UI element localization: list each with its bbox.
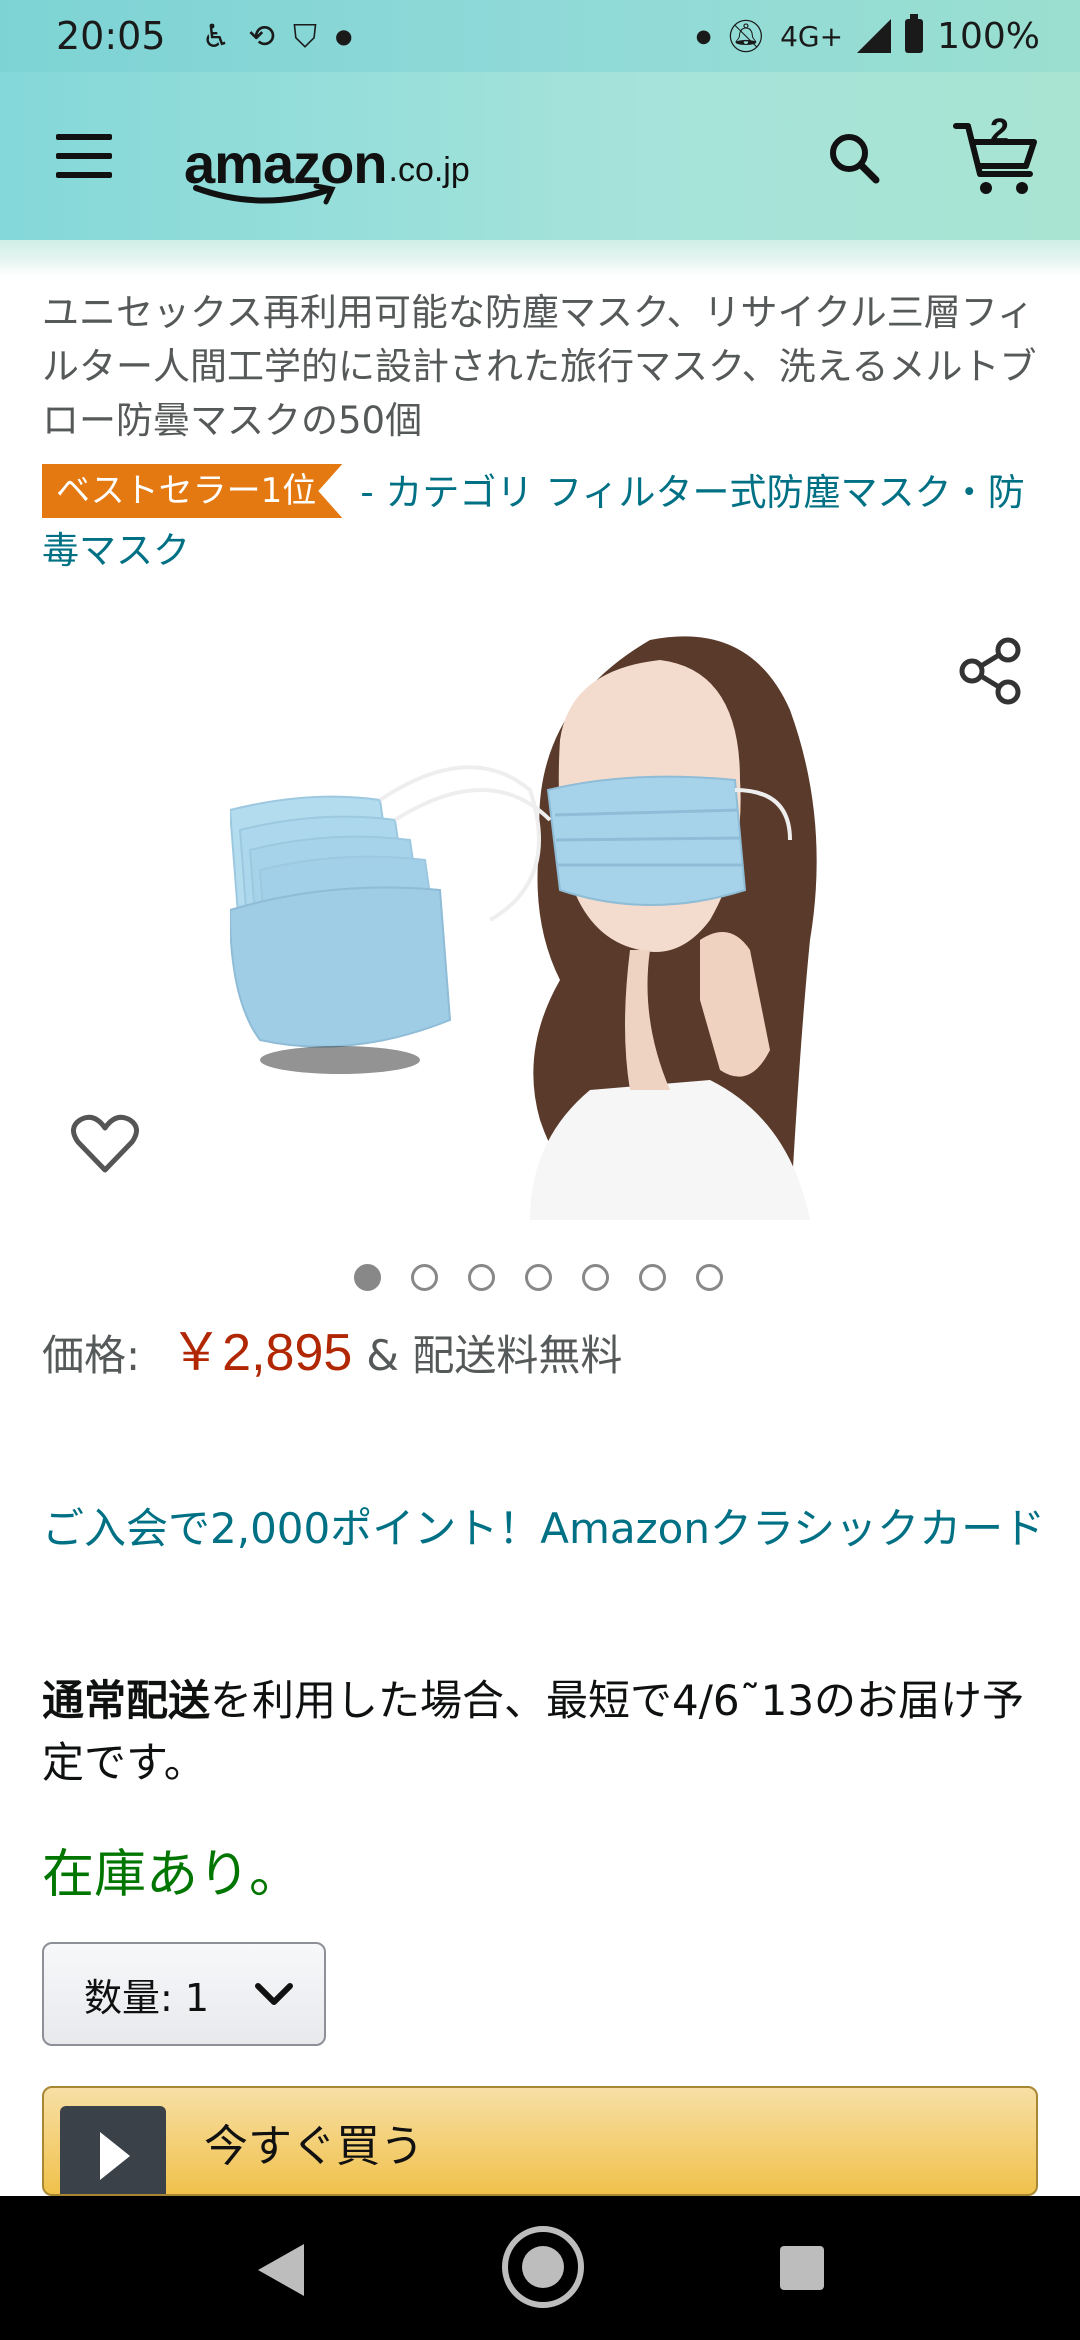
product-title: ユニセックス再利用可能な防塵マスク、リサイクル三層フィルター人間工学的に設計され…	[42, 291, 1037, 442]
quantity-select[interactable]: 数量: 1	[42, 1942, 326, 2046]
quantity-label: 数量: 1	[84, 1975, 210, 2020]
delivery-info: 通常配送を利用した場合、最短で4/6˜13のお届け予定です。	[42, 1670, 1052, 1794]
battery-level: 100%	[937, 15, 1040, 57]
sync-icon: ⟲	[248, 17, 276, 55]
home-icon[interactable]	[502, 2226, 584, 2308]
shield-check-icon: ⛉	[293, 16, 318, 55]
pagination-dot[interactable]	[468, 1264, 495, 1291]
play-icon	[60, 2106, 166, 2194]
pagination-dot[interactable]	[639, 1264, 666, 1291]
pagination-dot[interactable]	[411, 1264, 438, 1291]
recent-apps-icon[interactable]	[780, 2246, 824, 2290]
dot-icon: ●	[335, 24, 353, 48]
pagination-dot[interactable]	[582, 1264, 609, 1291]
buy-now-button[interactable]: 今すぐ買う	[42, 2086, 1038, 2196]
status-time: 20:05	[56, 14, 166, 58]
bestseller-badge[interactable]: ベストセラー1位	[42, 464, 343, 518]
logo-domain-text: .co.jp	[388, 151, 470, 189]
amazon-logo[interactable]: amazon .co.jp	[184, 116, 470, 205]
status-bar: 20:05 ♿ ⟲ ⛉ ● ● 🔕︎ 4G+ 100%	[0, 0, 1080, 72]
bestseller-row: ベストセラー1位 - カテゴリ フィルター式防塵マスク・防毒マスク	[42, 464, 1052, 580]
notification-dot-icon: ●	[695, 25, 712, 47]
product-gallery[interactable]	[0, 600, 1080, 1240]
price-value: ￥2,895	[170, 1324, 353, 1382]
bell-off-icon: 🔕︎	[725, 17, 767, 55]
pagination-dot[interactable]	[696, 1264, 723, 1291]
network-type: 4G+	[780, 19, 844, 53]
signal-icon	[857, 19, 892, 53]
pagination-dot[interactable]	[525, 1264, 552, 1291]
smile-arrow-icon	[193, 183, 336, 205]
header-shadow	[0, 240, 1080, 276]
hamburger-menu-icon[interactable]	[56, 134, 112, 178]
product-image[interactable]	[230, 620, 850, 1220]
price-label: 価格:	[42, 1331, 141, 1380]
stock-status: 在庫あり。	[42, 1845, 301, 1905]
share-icon[interactable]	[958, 636, 1024, 706]
accessibility-icon: ♿	[201, 17, 231, 55]
system-nav-bar	[0, 2196, 1080, 2340]
buy-now-label: 今すぐ買う	[204, 2121, 424, 2172]
battery-icon	[905, 14, 924, 53]
cart-button[interactable]: 2	[952, 112, 1042, 198]
app-header: amazon .co.jp 2	[0, 72, 1080, 240]
pagination-dot[interactable]	[354, 1264, 381, 1291]
cart-count: 2	[990, 112, 1009, 150]
price-row: 価格: ￥2,895 & 配送料無料	[42, 1318, 622, 1391]
card-promo-link[interactable]: ご入会で2,000ポイント！Amazonクラシックカード	[42, 1500, 1052, 1558]
status-notification-icons: ♿ ⟲ ⛉ ●	[202, 17, 353, 56]
image-pagination	[354, 1264, 723, 1291]
back-icon[interactable]	[258, 2244, 304, 2296]
search-icon[interactable]	[826, 130, 882, 186]
wishlist-heart-icon[interactable]	[70, 1112, 140, 1176]
chevron-down-icon	[255, 1983, 293, 2005]
delivery-method-link[interactable]: 通常配送	[42, 1676, 210, 1725]
free-shipping-text: & 配送料無料	[366, 1331, 623, 1380]
